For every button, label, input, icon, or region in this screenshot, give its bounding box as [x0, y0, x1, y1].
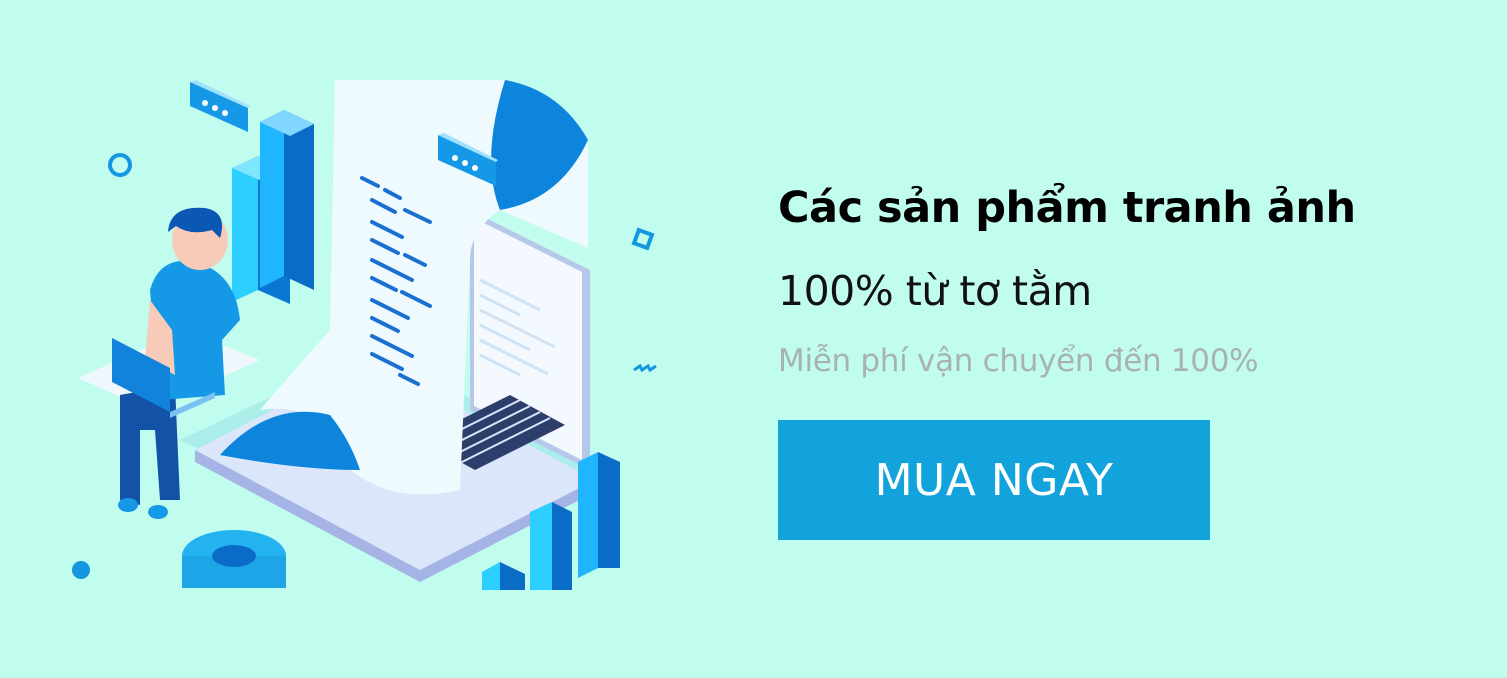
ring-decoration-icon — [108, 153, 132, 177]
subtitle: 100% từ tơ tằm — [778, 267, 1092, 315]
dot-decoration-icon — [72, 561, 90, 579]
promo-banner: Các sản phẩm tranh ảnh 100% từ tơ tằm Mi… — [0, 0, 1507, 678]
bar-chart-icon — [232, 110, 314, 304]
buy-now-label: MUA NGAY — [874, 454, 1114, 506]
ring-chart-icon — [182, 530, 286, 588]
shipping-note: Miễn phí vận chuyển đến 100% — [778, 343, 1259, 379]
diamond-decoration-icon — [631, 227, 655, 251]
chat-bubble-icon — [190, 80, 250, 132]
buy-now-button[interactable]: MUA NGAY — [778, 420, 1210, 540]
illustration — [72, 80, 657, 590]
headline: Các sản phẩm tranh ảnh — [778, 183, 1356, 233]
zigzag-decoration-icon — [633, 363, 657, 373]
